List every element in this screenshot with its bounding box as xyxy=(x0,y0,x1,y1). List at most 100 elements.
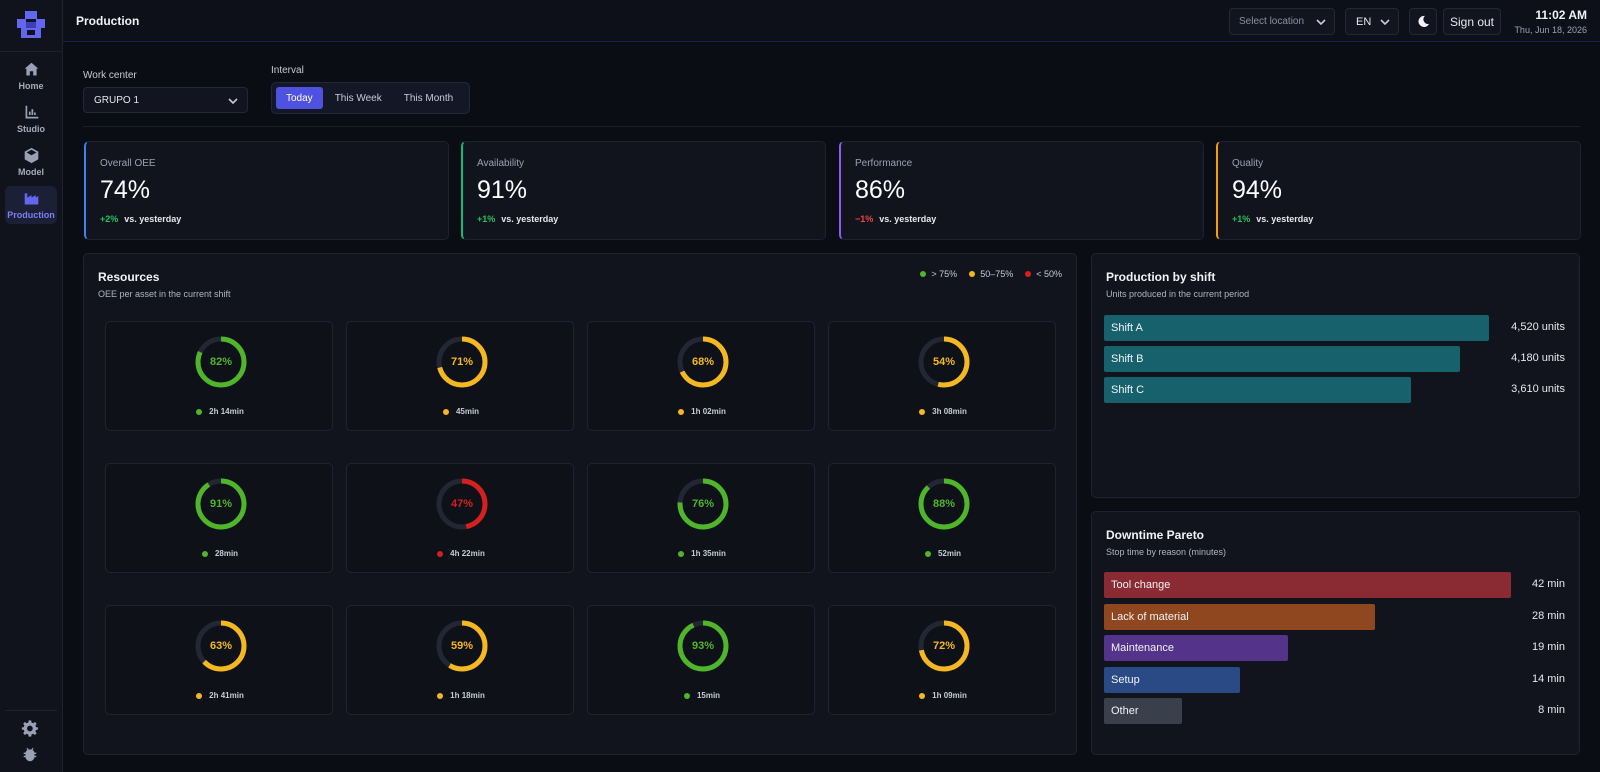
downtime-value-label: 28 min xyxy=(1531,609,1565,622)
downtime-bar[interactable]: Tool change xyxy=(1104,572,1511,598)
chart-icon xyxy=(25,105,38,119)
resource-duration: 1h 18min xyxy=(347,691,575,700)
resource-card[interactable]: 88% 52min xyxy=(828,463,1056,573)
downtime-bar[interactable]: Lack of material xyxy=(1104,603,1376,630)
resource-duration: 1h 09min xyxy=(829,691,1057,700)
theme-toggle-button[interactable] xyxy=(1409,8,1437,35)
kpi-card-overall-oee: Overall OEE 74% +2% vs. yesterday xyxy=(84,141,449,240)
oee-gauge: 82% xyxy=(194,335,248,389)
resource-duration: 15min xyxy=(588,691,816,700)
kpi-delta-value: +2% xyxy=(100,214,119,224)
kpi-delta-value: −1% xyxy=(855,214,874,224)
work-center-value: GRUPO 1 xyxy=(94,94,140,106)
gauge-percent: 59% xyxy=(450,640,474,652)
settings-button[interactable] xyxy=(21,720,39,738)
resource-card[interactable]: 68% 1h 02min xyxy=(587,321,815,431)
clock-date: Thu, Jun 18, 2026 xyxy=(1514,25,1587,35)
gauge-percent: 63% xyxy=(209,640,233,652)
downtime-value-label: 42 min xyxy=(1531,578,1565,590)
chevron-down-icon xyxy=(1316,17,1326,27)
kpi-label: Performance xyxy=(855,158,913,169)
kpi-delta-value: +1% xyxy=(1232,214,1251,224)
resource-card[interactable]: 47% 4h 22min xyxy=(346,463,574,573)
legend-dot xyxy=(920,271,927,277)
sidebar-bottom-divider xyxy=(5,710,57,711)
resource-card[interactable]: 54% 3h 08min xyxy=(828,321,1056,431)
interval-week-button[interactable]: This Week xyxy=(325,87,392,109)
kpi-delta-caption: vs. yesterday xyxy=(879,214,937,224)
sidebar-item-model[interactable]: Model xyxy=(5,143,57,181)
interval-month-button[interactable]: This Month xyxy=(394,87,463,109)
sign-out-button[interactable]: Sign out xyxy=(1443,8,1501,35)
shift-bar[interactable]: Shift B xyxy=(1104,346,1461,372)
duration-text: 4h 22min xyxy=(450,549,485,558)
status-dot xyxy=(442,408,449,415)
sidebar-item-label: Home xyxy=(18,81,44,91)
status-dot xyxy=(678,550,685,557)
resource-card[interactable]: 82% 2h 14min xyxy=(105,321,333,431)
oee-gauge: 59% xyxy=(435,619,489,673)
logo-icon[interactable] xyxy=(16,10,46,40)
sidebar-item-production[interactable]: Production xyxy=(5,186,57,224)
downtime-bar[interactable]: Setup xyxy=(1104,666,1240,693)
duration-text: 3h 08min xyxy=(932,407,967,416)
legend-dot xyxy=(1025,271,1032,277)
status-dot xyxy=(196,692,203,699)
resource-card[interactable]: 71% 45min xyxy=(346,321,574,431)
downtime-value-label: 19 min xyxy=(1531,641,1565,653)
resource-card[interactable]: 76% 1h 35min xyxy=(587,463,815,573)
sidebar-item-home[interactable]: Home xyxy=(5,57,57,95)
top-header: Production Select location EN Sign out 1… xyxy=(63,0,1600,42)
status-dot xyxy=(919,692,926,699)
interval-segmented-control: Today This Week This Month xyxy=(271,82,470,114)
panel-title: Resources xyxy=(98,270,160,284)
status-dot xyxy=(919,408,926,415)
duration-text: 1h 09min xyxy=(932,691,967,700)
resource-duration: 1h 35min xyxy=(588,549,816,558)
oee-gauge: 68% xyxy=(676,335,730,389)
duration-text: 45min xyxy=(455,407,480,416)
sidebar-item-label: Production xyxy=(7,210,55,220)
oee-gauge: 63% xyxy=(194,619,248,673)
shift-bar[interactable]: Shift A xyxy=(1104,315,1489,341)
shift-value-label: 4,520 units xyxy=(1511,321,1565,333)
kpi-value: 91% xyxy=(477,176,528,204)
debug-button[interactable] xyxy=(21,745,39,763)
resource-card[interactable]: 91% 28min xyxy=(105,463,333,573)
panel-title: Downtime Pareto xyxy=(1106,528,1205,542)
work-center-label: Work center xyxy=(83,70,137,81)
interval-today-button[interactable]: Today xyxy=(276,87,323,109)
language-select-value: EN xyxy=(1356,15,1372,28)
language-select[interactable]: EN xyxy=(1345,8,1399,35)
cube-icon xyxy=(24,147,38,164)
shift-value-label: 3,610 units xyxy=(1511,383,1565,395)
resource-card[interactable]: 93% 15min xyxy=(587,605,815,715)
legend-label: < 50% xyxy=(1036,269,1062,279)
downtime-bar[interactable]: Maintenance xyxy=(1104,635,1289,661)
home-icon xyxy=(24,62,38,76)
work-center-select[interactable]: GRUPO 1 xyxy=(83,87,248,113)
gear-icon xyxy=(21,720,39,737)
duration-text: 1h 35min xyxy=(691,549,726,558)
resource-card[interactable]: 72% 1h 09min xyxy=(828,605,1056,715)
location-select-placeholder: Select location xyxy=(1239,16,1305,27)
kpi-delta-caption: vs. yesterday xyxy=(1256,214,1314,224)
interval-label: Interval xyxy=(271,65,304,76)
kpi-delta-caption: vs. yesterday xyxy=(124,214,182,224)
clock-time: 11:02 AM xyxy=(1535,8,1587,22)
sidebar-item-studio[interactable]: Studio xyxy=(5,100,57,138)
gauge-percent: 76% xyxy=(691,498,715,510)
location-select[interactable]: Select location xyxy=(1229,8,1335,35)
legend-item-high: > 75% xyxy=(920,269,957,279)
resource-duration: 2h 14min xyxy=(106,407,334,416)
resource-card[interactable]: 63% 2h 41min xyxy=(105,605,333,715)
oee-gauge: 91% xyxy=(194,477,248,531)
legend-label: 50–75% xyxy=(980,269,1014,279)
resource-duration: 28min xyxy=(106,549,334,558)
kpi-delta: +1% vs. yesterday xyxy=(1232,214,1313,224)
resource-duration: 4h 22min xyxy=(347,549,575,558)
downtime-bar[interactable]: Other xyxy=(1104,698,1182,724)
resource-card[interactable]: 59% 1h 18min xyxy=(346,605,574,715)
oee-gauge: 72% xyxy=(917,619,971,673)
shift-bar[interactable]: Shift C xyxy=(1104,377,1412,403)
